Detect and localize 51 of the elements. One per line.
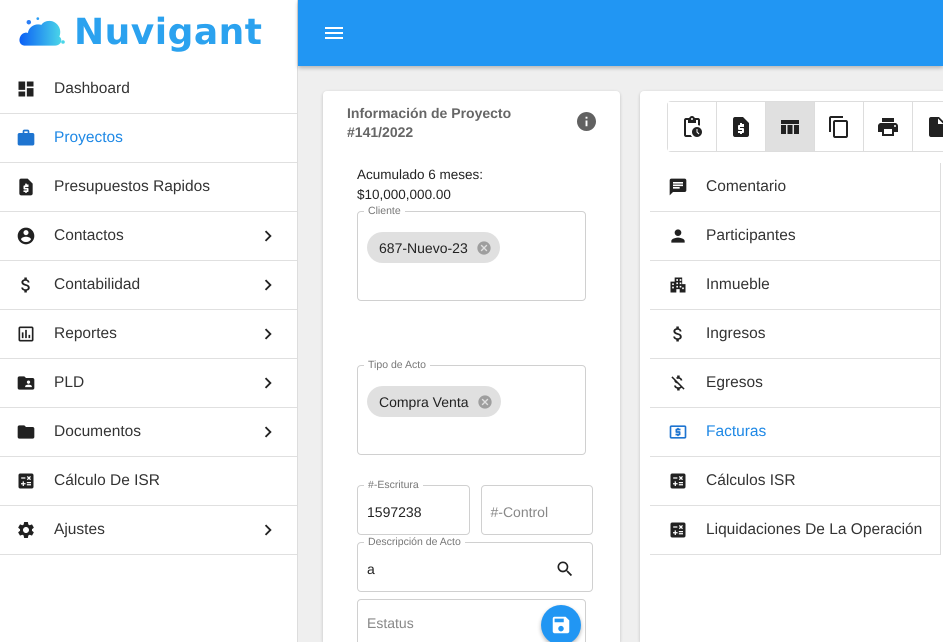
section-item[interactable]: Participantes <box>650 212 940 261</box>
section-item[interactable]: Comentario <box>650 163 940 212</box>
sidebar-item[interactable]: Dashboard <box>0 65 297 114</box>
toolbar-button[interactable] <box>668 102 717 151</box>
section-item[interactable]: Ingresos <box>650 310 940 359</box>
sidebar-item[interactable]: Documentos <box>0 408 297 457</box>
chip-field[interactable]: Cliente 687-Nuevo-23 <box>357 204 586 301</box>
sidebar-item[interactable]: Contabilidad <box>0 261 297 310</box>
field-placeholder: #-Control <box>490 504 548 520</box>
section-item[interactable]: Cálculos ISR <box>650 457 940 506</box>
sidebar-item[interactable]: Proyectos <box>0 114 297 163</box>
save-button[interactable] <box>541 605 581 642</box>
calculator-icon <box>668 471 688 491</box>
input-field[interactable]: #-Escritura 1597238 <box>357 478 470 535</box>
sidebar-item[interactable]: Ajustes <box>0 506 297 555</box>
copy-icon <box>827 114 851 138</box>
section-item[interactable]: Facturas <box>650 408 940 457</box>
search-field[interactable]: Descripción de Acto a <box>357 535 593 592</box>
field-value: 1597238 <box>367 504 422 520</box>
section-item[interactable]: Egresos <box>650 359 940 408</box>
input-field[interactable]: #-Control <box>480 478 593 535</box>
chip[interactable]: 687-Nuevo-23 <box>367 232 500 263</box>
card-title: Información de Proyecto #141/2022 <box>347 104 512 142</box>
chip[interactable]: Compra Venta <box>367 386 500 417</box>
toolbar-button[interactable] <box>766 102 815 151</box>
field-label: Descripción de Acto <box>364 535 465 549</box>
field-placeholder: Estatus <box>367 615 414 631</box>
sidebar-item[interactable]: Presupuestos Rapidos <box>0 163 297 212</box>
field-value: a <box>367 561 375 577</box>
bar-chart-icon <box>16 324 36 344</box>
settings-icon <box>16 520 36 540</box>
accumulated-text: $10,000,000.00 <box>357 186 452 204</box>
dashboard-icon <box>16 79 36 99</box>
chip-field[interactable]: Tipo de Acto Compra Venta <box>357 358 586 455</box>
building-icon <box>668 275 688 295</box>
sidebar-item[interactable]: Contactos <box>0 212 297 261</box>
briefcase-icon <box>16 128 36 148</box>
info-icon[interactable] <box>577 112 596 131</box>
sidebar-item[interactable]: Cálculo De ISR <box>0 457 297 506</box>
accumulated-text: Acumulado 6 meses: <box>357 166 484 184</box>
save-icon <box>550 614 572 636</box>
section-item[interactable]: Inmueble <box>650 261 940 310</box>
sidebar-item[interactable]: PLD <box>0 359 297 408</box>
comment-icon <box>668 177 688 197</box>
field-label: Tipo de Acto <box>364 358 430 372</box>
section-item[interactable]: Liquidaciones De La Operación <box>650 506 940 555</box>
sidebar-item[interactable]: Reportes <box>0 310 297 359</box>
calculator-icon <box>668 520 688 540</box>
logo-text: Nuvigant <box>74 12 262 53</box>
calculator-icon <box>16 471 36 491</box>
search-icon[interactable] <box>555 559 575 579</box>
